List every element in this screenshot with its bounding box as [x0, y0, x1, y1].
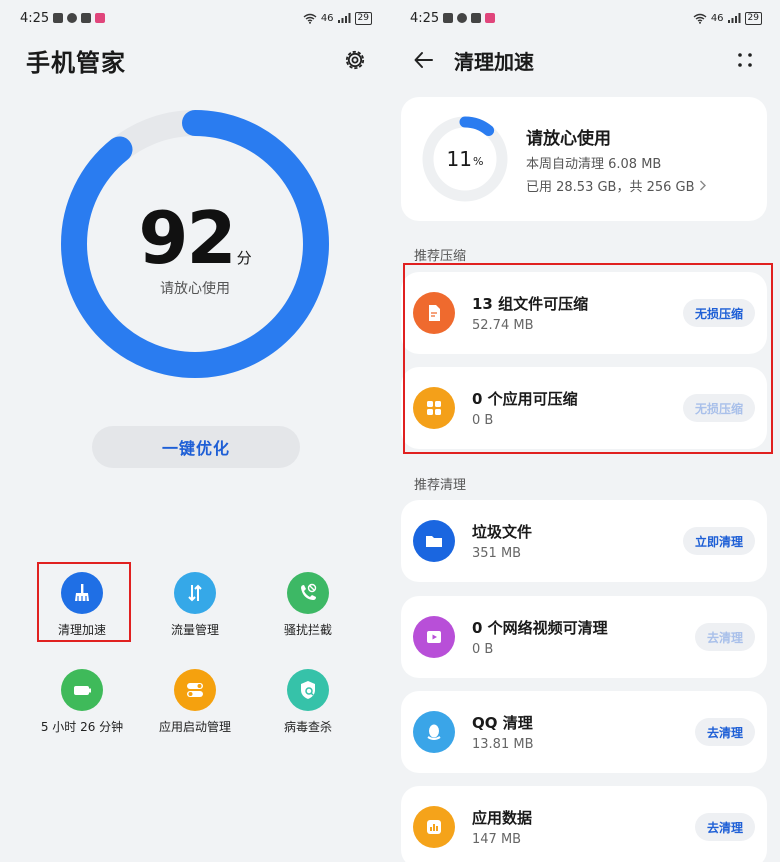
settings-button[interactable]: [340, 45, 370, 75]
tool-clean-accelerate[interactable]: 清理加速: [27, 562, 137, 638]
tool-label: 5 小时 26 分钟: [40, 720, 124, 734]
shield-status-icon: [443, 13, 454, 23]
summary-title: 请放心使用: [526, 129, 611, 149]
row-size: 147 MB: [472, 832, 522, 847]
video-icon: [413, 616, 455, 658]
signal-icon: [337, 13, 351, 23]
network-type: 46: [710, 12, 724, 24]
status-bar: 4:25 46 29: [0, 0, 390, 36]
usage-percent-unit: %: [473, 155, 484, 168]
row-size: 351 MB: [472, 546, 522, 561]
one-click-optimize-button[interactable]: 一键优化: [92, 426, 300, 468]
storage-used: 已用 28.53 GB，共 256 GB: [526, 176, 707, 195]
message-status-icon: [81, 13, 92, 23]
battery-icon: [61, 669, 103, 711]
usage-percent-value: 11: [446, 147, 472, 171]
battery-level: 29: [744, 11, 762, 25]
data-flow-icon: [174, 572, 216, 614]
row-size: 13.81 MB: [472, 737, 534, 752]
storage-used-text: 已用 28.53 GB，共 256 GB: [526, 180, 695, 195]
header: 手机管家: [0, 36, 390, 84]
tool-virus-scan[interactable]: 病毒查杀: [253, 659, 363, 735]
back-button[interactable]: [412, 45, 442, 75]
gear-icon: [345, 50, 365, 70]
globe-status-icon: [67, 13, 78, 23]
qq-clean-row[interactable]: QQ 清理 13.81 MB 去清理: [401, 691, 767, 773]
row-title: 垃圾文件: [472, 523, 533, 541]
status-time: 4:25: [20, 10, 50, 26]
qq-icon: [413, 711, 455, 753]
section-title-clean: 推荐清理: [414, 478, 467, 493]
score-unit: 分: [236, 249, 252, 267]
usage-percent: 11%: [419, 113, 511, 205]
wifi-icon: [303, 13, 317, 24]
tool-label: 骚扰拦截: [283, 623, 332, 637]
storage-summary-card[interactable]: 11% 请放心使用 本周自动清理 6.08 MB 已用 28.53 GB，共 2…: [401, 97, 767, 221]
more-dots-icon: [738, 53, 752, 67]
status-time: 4:25: [410, 10, 440, 26]
page-title: 手机管家: [26, 48, 126, 77]
header: 清理加速: [390, 36, 780, 84]
row-title: QQ 清理: [472, 714, 533, 732]
go-clean-button[interactable]: 去清理: [694, 718, 755, 746]
chevron-right-icon: [699, 180, 706, 191]
call-block-icon: [287, 572, 329, 614]
network-type: 46: [320, 12, 334, 24]
toggle-icon: [174, 669, 216, 711]
more-button[interactable]: [730, 45, 760, 75]
screen: 4:25 46 29 手机管家 92 分 请放心使用 一键优化 清理加速 流量管…: [0, 0, 780, 862]
shield-status-icon: [53, 13, 64, 23]
status-bar: 4:25 46 29: [390, 0, 780, 36]
tool-label: 清理加速: [57, 623, 106, 637]
tool-data-management[interactable]: 流量管理: [140, 562, 250, 638]
go-clean-button[interactable]: 去清理: [694, 813, 755, 841]
row-title: 0 个网络视频可清理: [472, 619, 608, 637]
app-data-row[interactable]: 应用数据 147 MB 去清理: [401, 786, 767, 862]
highlight-box: [403, 263, 773, 454]
go-clean-button[interactable]: 去清理: [694, 623, 755, 651]
section-title-compress: 推荐压缩: [414, 249, 467, 264]
app-status-icon: [95, 13, 106, 23]
clean-now-button[interactable]: 立即清理: [682, 527, 755, 555]
signal-icon: [727, 13, 741, 23]
page-title: 清理加速: [454, 49, 534, 74]
shield-scan-icon: [287, 669, 329, 711]
tool-label: 流量管理: [170, 623, 219, 637]
row-title: 应用数据: [472, 809, 533, 827]
row-size: 0 B: [472, 642, 494, 657]
score-value: 92: [138, 196, 236, 280]
tool-battery[interactable]: 5 小时 26 分钟: [27, 659, 137, 735]
score-description: 请放心使用: [160, 281, 230, 297]
junk-files-row[interactable]: 垃圾文件 351 MB 立即清理: [401, 500, 767, 582]
network-video-row[interactable]: 0 个网络视频可清理 0 B 去清理: [401, 596, 767, 678]
message-status-icon: [471, 13, 482, 23]
health-score: 92 分: [0, 196, 390, 280]
tool-harassment-block[interactable]: 骚扰拦截: [253, 562, 363, 638]
wifi-icon: [693, 13, 707, 24]
broom-icon: [61, 572, 103, 614]
tool-label: 应用启动管理: [158, 720, 231, 734]
battery-level: 29: [354, 11, 372, 25]
app-status-icon: [485, 13, 496, 23]
weekly-cleaned: 本周自动清理 6.08 MB: [526, 157, 662, 172]
tool-label: 病毒查杀: [283, 720, 332, 734]
arrow-left-icon: [414, 52, 433, 68]
folder-icon: [413, 520, 455, 562]
phone-manager-pane: 4:25 46 29 手机管家 92 分 请放心使用 一键优化 清理加速 流量管…: [0, 0, 390, 862]
globe-status-icon: [457, 13, 468, 23]
tool-app-launch[interactable]: 应用启动管理: [140, 659, 250, 735]
clean-accelerate-pane: 4:25 46 29 清理加速 11 % 请放心使用 本周自动清理 6.08 M…: [390, 0, 780, 862]
app-data-icon: [413, 806, 455, 848]
